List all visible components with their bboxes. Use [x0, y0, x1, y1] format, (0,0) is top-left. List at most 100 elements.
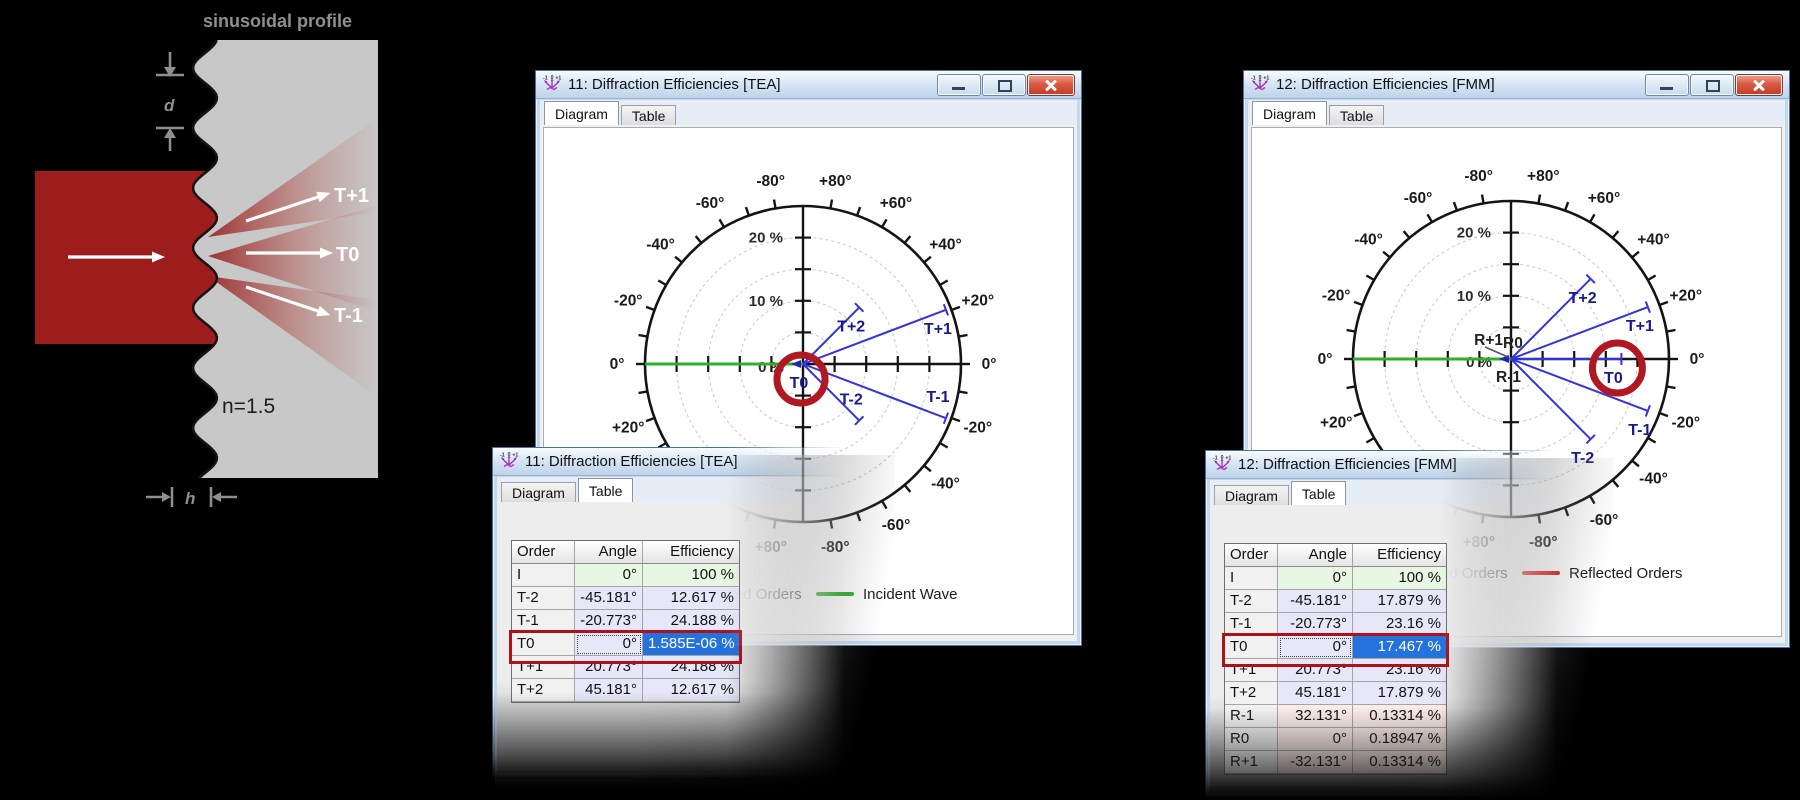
svg-text:+20°: +20°	[1320, 415, 1353, 432]
table-cell[interactable]: 17.879 %	[1353, 682, 1446, 705]
table-cell[interactable]: T-1	[1225, 613, 1278, 636]
svg-text:+40°: +40°	[929, 236, 962, 253]
maximize-button[interactable]	[982, 73, 1026, 96]
minimize-button[interactable]	[1645, 73, 1689, 96]
table-cell[interactable]: 0.18947 %	[1353, 728, 1446, 751]
table-cell[interactable]: R+1	[1225, 751, 1278, 774]
titlebar[interactable]: -1 0 +1 12: Diffraction Efficiencies [FMM]	[1244, 71, 1789, 99]
table-header-cell[interactable]: Angle	[1278, 544, 1353, 567]
table-cell[interactable]: T+1	[512, 656, 575, 679]
table-cell[interactable]: R-1	[1225, 705, 1278, 728]
svg-text:+40°: +40°	[1637, 231, 1670, 248]
window-tea-table-wrap: -1 0 +1 11: Diffraction Efficiencies [TEA]…	[492, 447, 848, 778]
table-cell[interactable]: 0.13314 %	[1353, 705, 1446, 728]
table-row-I: I 0° 100 %	[1225, 567, 1446, 590]
table-row-T+2: T+2 45.181° 12.617 %	[512, 679, 739, 702]
table-cell[interactable]: -20.773°	[575, 610, 643, 633]
table-cell[interactable]: 1.585E-06 %	[643, 633, 739, 656]
table-cell[interactable]: T+1	[1225, 659, 1278, 682]
table-cell[interactable]: 23.16 %	[1353, 659, 1446, 682]
tab-diagram[interactable]: Diagram	[501, 482, 576, 503]
window-fmm-table: -1 0 +1 12: Diffraction Efficiencies [FMM]…	[1205, 450, 1561, 798]
table-cell[interactable]: I	[512, 564, 575, 587]
table-cell[interactable]: T+2	[1225, 682, 1278, 705]
table-cell[interactable]: 20.773°	[575, 656, 643, 679]
svg-text:T+2: T+2	[837, 318, 865, 335]
window-title: 11: Diffraction Efficiencies [TEA]	[568, 76, 781, 93]
table-cell[interactable]: -32.131°	[1278, 751, 1353, 774]
svg-text:+1: +1	[1263, 76, 1269, 82]
svg-text:-40°: -40°	[646, 236, 675, 253]
svg-text:T+1: T+1	[1626, 318, 1654, 335]
table-cell[interactable]: 45.181°	[1278, 682, 1353, 705]
table-header-cell[interactable]: Efficiency	[643, 541, 739, 564]
table-cell[interactable]: 45.181°	[575, 679, 643, 702]
table-cell[interactable]: 0°	[575, 564, 643, 587]
table-cell[interactable]: 12.617 %	[643, 587, 739, 610]
table-cell[interactable]: 32.131°	[1278, 705, 1353, 728]
svg-text:0°: 0°	[1318, 351, 1333, 368]
table-cell[interactable]: 12.617 %	[643, 679, 739, 702]
table-header-cell[interactable]: Order	[1225, 544, 1278, 567]
titlebar[interactable]: -1 0 +1 11: Diffraction Efficiencies [TEA]	[536, 71, 1081, 99]
tab-diagram[interactable]: Diagram	[1252, 101, 1327, 126]
table-cell[interactable]: 24.188 %	[643, 656, 739, 679]
table-cell[interactable]: 17.879 %	[1353, 590, 1446, 613]
table-row-T-2: T-2 -45.181° 17.879 %	[1225, 590, 1446, 613]
table-row-T-2: T-2 -45.181° 12.617 %	[512, 587, 739, 610]
table-cell[interactable]: T-2	[1225, 590, 1278, 613]
table-row-T0: T0 0° 17.467 %	[1225, 636, 1446, 659]
table-cell[interactable]: R0	[1225, 728, 1278, 751]
table-header-cell[interactable]: Order	[512, 541, 575, 564]
tab-diagram[interactable]: Diagram	[544, 101, 619, 126]
table-header-cell[interactable]: Efficiency	[1353, 544, 1446, 567]
table-cell[interactable]: I	[1225, 567, 1278, 590]
table-cell[interactable]: 24.188 %	[643, 610, 739, 633]
tab-diagram[interactable]: Diagram	[1214, 485, 1289, 506]
table-cell[interactable]: 0°	[1278, 567, 1353, 590]
close-button[interactable]	[1027, 73, 1075, 96]
table-cell[interactable]: T+2	[512, 679, 575, 702]
window-fmm-table-wrap: -1 0 +1 12: Diffraction Efficiencies [FMM]…	[1205, 450, 1561, 798]
table-cell[interactable]: 0°	[1278, 728, 1353, 751]
table-cell[interactable]: 100 %	[643, 564, 739, 587]
table-cell[interactable]: 17.467 %	[1353, 636, 1446, 659]
table-cell[interactable]: 23.16 %	[1353, 613, 1446, 636]
tab-table[interactable]: Table	[1328, 105, 1385, 126]
svg-text:-20°: -20°	[614, 292, 643, 309]
svg-text:T-1: T-1	[1628, 422, 1651, 439]
table-cell[interactable]: 0.13314 %	[1353, 751, 1446, 774]
table-cell[interactable]: T0	[512, 633, 575, 656]
tab-table[interactable]: Table	[577, 478, 634, 503]
table-cell[interactable]: T0	[1225, 636, 1278, 659]
diffraction-orders-icon: -1 0 +1	[1250, 74, 1270, 95]
table-cell[interactable]: 20.773°	[1278, 659, 1353, 682]
table-cell[interactable]: T-1	[512, 610, 575, 633]
svg-text:sinusoidal profile: sinusoidal profile	[203, 11, 352, 31]
svg-text:20 %: 20 %	[1457, 225, 1491, 242]
table-cell[interactable]: -20.773°	[1278, 613, 1353, 636]
close-button[interactable]	[1735, 73, 1783, 96]
table-header-cell[interactable]: Angle	[575, 541, 643, 564]
table-row-T+1: T+1 20.773° 24.188 %	[512, 656, 739, 679]
table-cell[interactable]: -45.181°	[575, 587, 643, 610]
diffraction-orders-icon: -1 0 +1	[1212, 454, 1232, 475]
table-cell[interactable]: 100 %	[1353, 567, 1446, 590]
tab-strip: Diagram Table	[1210, 480, 1556, 506]
titlebar[interactable]: -1 0 +1 11: Diffraction Efficiencies [TEA]	[493, 448, 847, 476]
tab-table[interactable]: Table	[620, 105, 677, 126]
minimize-button[interactable]	[937, 73, 981, 96]
maximize-button[interactable]	[1690, 73, 1734, 96]
table-cell[interactable]: -45.181°	[1278, 590, 1353, 613]
svg-text:T+2: T+2	[1569, 290, 1597, 307]
svg-text:20 %: 20 %	[749, 230, 783, 247]
table-cell[interactable]: T-2	[512, 587, 575, 610]
titlebar[interactable]: -1 0 +1 12: Diffraction Efficiencies [FMM]	[1206, 451, 1560, 479]
svg-text:0 %: 0 %	[1466, 354, 1492, 371]
svg-text:-80°: -80°	[1464, 168, 1493, 185]
table-cell[interactable]: 0°	[575, 633, 643, 656]
tab-table[interactable]: Table	[1290, 481, 1347, 506]
svg-text:+1: +1	[555, 76, 561, 82]
svg-text:0°: 0°	[982, 356, 997, 373]
table-cell[interactable]: 0°	[1278, 636, 1353, 659]
